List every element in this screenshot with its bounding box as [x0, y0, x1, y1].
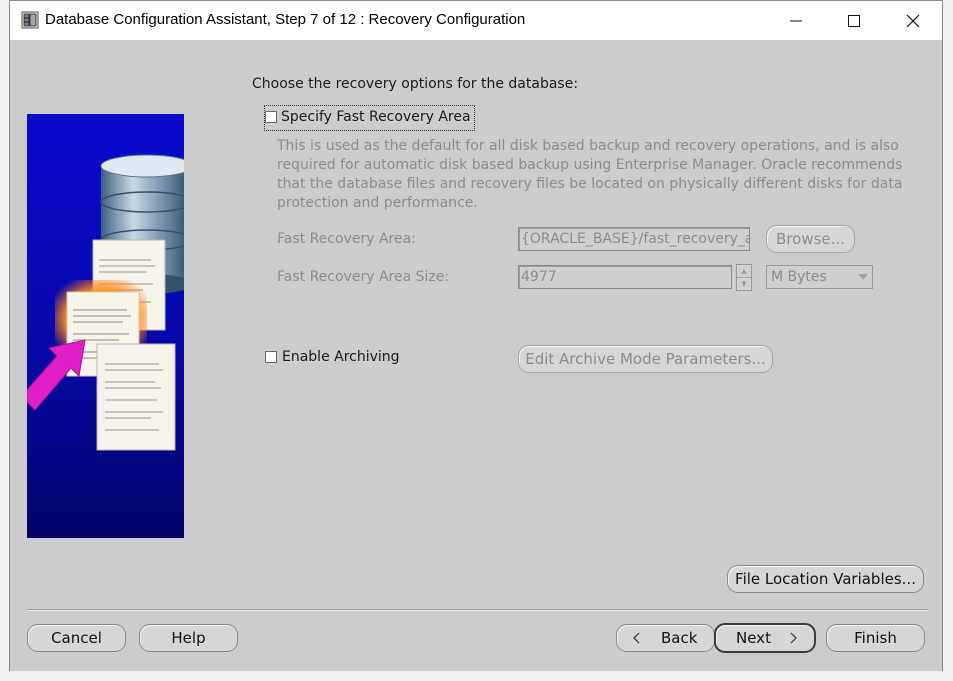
close-icon: [906, 14, 920, 27]
arrow-down-icon[interactable]: ▼: [737, 277, 751, 290]
document-stack-icon: [96, 343, 176, 451]
wizard-illustration: [27, 114, 184, 538]
chevron-down-icon: [858, 274, 868, 280]
fra-size-unit-value: M Bytes: [771, 269, 827, 285]
footer-separator: [27, 609, 928, 611]
dbca-window: Database Configuration Assistant, Step 7…: [9, 0, 943, 671]
fra-size-unit-select[interactable]: M Bytes: [766, 265, 873, 289]
chevron-right-icon: [790, 632, 797, 644]
title-bar[interactable]: Database Configuration Assistant, Step 7…: [10, 1, 942, 40]
next-button[interactable]: Next: [714, 623, 816, 653]
database-wizard-icon: [21, 11, 39, 29]
minimize-icon: [790, 20, 802, 21]
content-panel: Choose the recovery options for the data…: [10, 40, 942, 671]
file-location-variables-button[interactable]: File Location Variables...: [727, 565, 924, 593]
window-title: Database Configuration Assistant, Step 7…: [45, 11, 526, 28]
recovery-options-heading: Choose the recovery options for the data…: [252, 76, 579, 92]
fra-path-field[interactable]: {ORACLE_BASE}/fast_recovery_a: [518, 227, 750, 251]
minimize-button[interactable]: [767, 1, 825, 40]
help-button[interactable]: Help: [139, 624, 238, 652]
finish-button[interactable]: Finish: [826, 624, 925, 652]
enable-archiving-checkbox[interactable]: [265, 351, 277, 363]
fra-size-spinner[interactable]: ▲ ▼: [736, 264, 752, 291]
chevron-left-icon: [633, 632, 640, 644]
back-button[interactable]: Back: [616, 624, 715, 652]
specify-fra-checkbox[interactable]: [265, 111, 277, 123]
enable-archiving-label[interactable]: Enable Archiving: [282, 349, 400, 365]
edit-archive-mode-button[interactable]: Edit Archive Mode Parameters...: [518, 345, 773, 373]
fra-description: This is used as the default for all disk…: [277, 138, 903, 211]
close-button[interactable]: [884, 1, 942, 40]
back-label: Back: [661, 629, 698, 647]
fra-size-field[interactable]: 4977: [518, 265, 732, 289]
database-documents-illustration: [27, 154, 184, 451]
arrow-up-icon[interactable]: ▲: [737, 265, 751, 277]
specify-fra-label[interactable]: Specify Fast Recovery Area: [281, 109, 471, 125]
maximize-icon: [848, 14, 860, 27]
fra-size-label: Fast Recovery Area Size:: [277, 269, 450, 285]
maximize-button[interactable]: [825, 1, 883, 40]
fra-label: Fast Recovery Area:: [277, 231, 416, 247]
cancel-button[interactable]: Cancel: [27, 624, 126, 652]
browse-button[interactable]: Browse...: [766, 225, 855, 253]
next-label: Next: [736, 629, 771, 647]
